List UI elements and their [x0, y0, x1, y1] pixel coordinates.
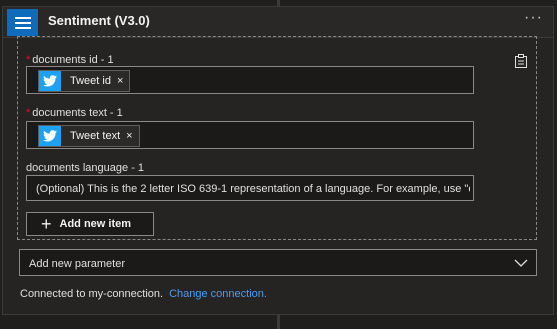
- add-new-item-button[interactable]: + Add new item: [26, 212, 154, 236]
- documents-language-label: documents language - 1: [26, 162, 145, 174]
- flow-connector-bottom: [277, 315, 280, 329]
- documents-id-input[interactable]: Tweet id ×: [26, 66, 474, 94]
- documents-id-label: * documents id - 1: [26, 54, 114, 66]
- remove-token-icon[interactable]: ×: [117, 75, 129, 87]
- twitter-icon: [39, 126, 61, 146]
- tweet-id-token[interactable]: Tweet id ×: [38, 70, 131, 92]
- documents-text-label: * documents text - 1: [26, 107, 123, 119]
- connection-text: Connected to my-connection.: [20, 288, 164, 300]
- chevron-down-icon: [514, 256, 528, 274]
- action-header[interactable]: Sentiment (V3.0) ···: [3, 7, 553, 38]
- twitter-icon: [39, 71, 61, 91]
- add-new-parameter-label: Add new parameter: [29, 258, 125, 270]
- change-connection-link[interactable]: Change connection.: [169, 288, 267, 300]
- documents-language-input[interactable]: (Optional) This is the 2 letter ISO 639-…: [26, 175, 474, 201]
- required-marker: *: [26, 54, 31, 66]
- more-icon[interactable]: ···: [524, 9, 543, 27]
- add-new-parameter-dropdown[interactable]: Add new parameter: [19, 249, 537, 276]
- token-label: Tweet text: [70, 130, 121, 142]
- plus-icon: +: [41, 214, 52, 234]
- connection-status: Connected to my-connection. Change connec…: [20, 288, 267, 300]
- token-label: Tweet id: [70, 75, 111, 87]
- tweet-text-token[interactable]: Tweet text ×: [38, 125, 140, 147]
- add-new-item-label: Add new item: [59, 218, 132, 230]
- copy-clipboard-icon[interactable]: [514, 54, 528, 68]
- remove-token-icon[interactable]: ×: [126, 130, 138, 142]
- language-placeholder: (Optional) This is the 2 letter ISO 639-…: [36, 183, 470, 195]
- action-title: Sentiment (V3.0): [48, 13, 150, 28]
- required-marker: *: [26, 107, 31, 119]
- menu-icon: [7, 9, 38, 36]
- documents-text-input[interactable]: Tweet text ×: [26, 121, 474, 149]
